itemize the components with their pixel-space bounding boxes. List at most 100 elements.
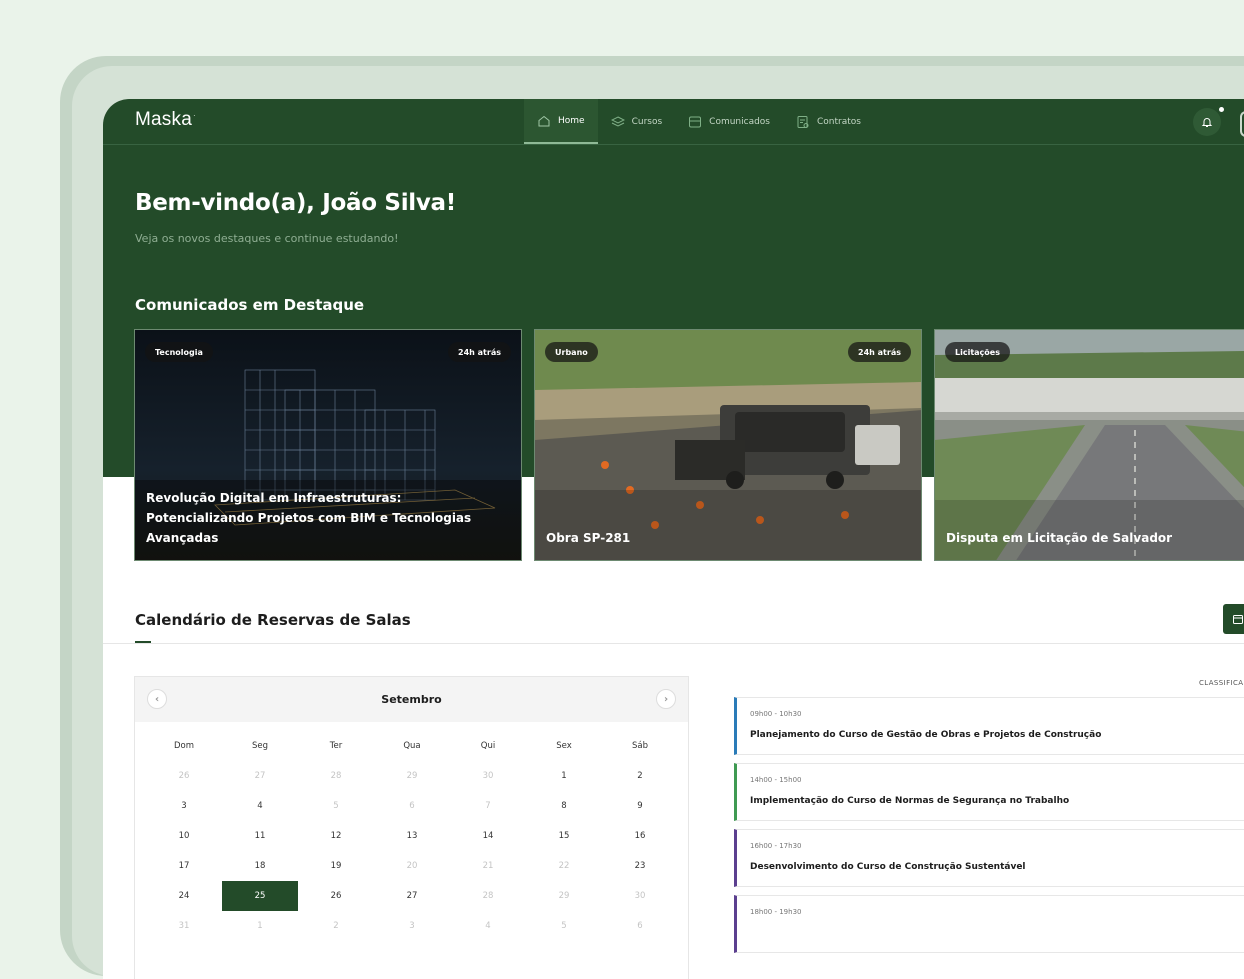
calendar-day[interactable]: 19 <box>298 851 374 881</box>
card-title: Obra SP-281 <box>546 531 631 545</box>
category-badge: Urbano <box>545 342 598 362</box>
calendar-action-button[interactable] <box>1223 604 1244 634</box>
featured-card[interactable]: Licitações Disputa em Licitação de Salva… <box>934 329 1244 561</box>
month-calendar: ‹ Setembro › Dom Seg Ter Qua Qui Sex Sáb 26 27 28… <box>134 676 689 979</box>
calendar-day[interactable]: 28 <box>450 881 526 911</box>
time-badge: 24h atrás <box>848 342 911 362</box>
calendar-section-title: Calendário de Reservas de Salas <box>135 611 411 629</box>
top-navbar: Maska· Home Cursos Comunicados Contratos <box>103 99 1244 145</box>
calendar-day[interactable]: 27 <box>222 761 298 791</box>
weekday-label: Sáb <box>632 741 648 751</box>
calendar-day[interactable]: 6 <box>374 791 450 821</box>
calendar-day[interactable]: 29 <box>526 881 602 911</box>
calendar-day[interactable]: 9 <box>602 791 678 821</box>
chevron-right-icon: › <box>663 693 669 705</box>
calendar-day[interactable]: 2 <box>602 761 678 791</box>
calendar-day[interactable]: 7 <box>450 791 526 821</box>
calendar-day[interactable]: 29 <box>374 761 450 791</box>
calendar-day[interactable]: 28 <box>298 761 374 791</box>
calendar-day[interactable]: 5 <box>526 911 602 941</box>
time-badge: 24h atrás <box>448 342 511 362</box>
schedule-event[interactable]: 18h00 - 19h30 <box>734 895 1244 953</box>
nav-item-comunicados[interactable]: Comunicados <box>675 99 783 144</box>
calendar-day[interactable]: 3 <box>374 911 450 941</box>
event-title: Planejamento do Curso de Gestão de Obras… <box>750 730 1102 740</box>
document-icon <box>796 115 810 129</box>
calendar-day[interactable]: 26 <box>146 761 222 791</box>
featured-section-title: Comunicados em Destaque <box>135 296 365 314</box>
calendar-day[interactable]: 18 <box>222 851 298 881</box>
calendar-day-selected[interactable]: 25 <box>222 881 298 911</box>
calendar-day[interactable]: 26 <box>298 881 374 911</box>
weekday-label: Qui <box>480 741 496 751</box>
event-time: 16h00 - 17h30 <box>750 842 802 850</box>
calendar-day[interactable]: 31 <box>146 911 222 941</box>
calendar-day[interactable]: 20 <box>374 851 450 881</box>
calendar-day[interactable]: 15 <box>526 821 602 851</box>
nav-label: Comunicados <box>709 116 770 127</box>
event-title: Desenvolvimento do Curso de Construção S… <box>750 862 1026 872</box>
calendar-day[interactable]: 12 <box>298 821 374 851</box>
category-badge: Tecnologia <box>145 342 213 362</box>
logo-text: Maska <box>135 109 192 130</box>
featured-card[interactable]: Urbano 24h atrás Obra SP-281 <box>534 329 922 561</box>
bell-icon <box>1201 113 1213 132</box>
calendar-icon <box>1232 610 1244 629</box>
weekday-label: Dom <box>173 741 195 751</box>
featured-card[interactable]: Tecnologia 24h atrás Revolução Digital e… <box>134 329 522 561</box>
welcome-title: Bem-vindo(a), João Silva! <box>135 190 456 216</box>
calendar-header: ‹ Setembro › <box>135 677 688 722</box>
calendar-day[interactable]: 4 <box>450 911 526 941</box>
calendar-day[interactable]: 1 <box>222 911 298 941</box>
card-image-roadwork <box>535 330 921 560</box>
logo-mark: · <box>192 110 196 120</box>
schedule-event[interactable]: 16h00 - 17h30 Desenvolvimento do Curso de… <box>734 829 1244 887</box>
calendar-day[interactable]: 17 <box>146 851 222 881</box>
next-month-button[interactable]: › <box>656 689 676 709</box>
notifications-button[interactable] <box>1193 107 1224 136</box>
calendar-day[interactable]: 6 <box>602 911 678 941</box>
app-screen: Maska· Home Cursos Comunicados Contratos… <box>103 99 1244 979</box>
calendar-day[interactable]: 10 <box>146 821 222 851</box>
calendar-day[interactable]: 3 <box>146 791 222 821</box>
calendar-day[interactable]: 24 <box>146 881 222 911</box>
event-time: 14h00 - 15h00 <box>750 776 802 784</box>
calendar-day[interactable]: 1 <box>526 761 602 791</box>
calendar-day[interactable]: 4 <box>222 791 298 821</box>
calendar-day[interactable]: 11 <box>222 821 298 851</box>
prev-month-button[interactable]: ‹ <box>147 689 167 709</box>
event-time: 09h00 - 10h30 <box>750 710 802 718</box>
category-badge: Licitações <box>945 342 1010 362</box>
logo[interactable]: Maska· <box>135 109 196 131</box>
calendar-day[interactable]: 5 <box>298 791 374 821</box>
nav-label: Contratos <box>817 116 861 127</box>
layers-icon <box>610 115 625 129</box>
calendar-day[interactable]: 30 <box>602 881 678 911</box>
calendar-day[interactable]: 22 <box>526 851 602 881</box>
weekday-label: Ter <box>329 741 343 751</box>
calendar-day[interactable]: 23 <box>602 851 678 881</box>
home-icon <box>537 114 551 128</box>
avatar[interactable] <box>1240 111 1244 137</box>
welcome-subtitle: Veja os novos destaques e continue estud… <box>135 232 399 245</box>
schedule-event[interactable]: 14h00 - 15h00 Implementação do Curso de N… <box>734 763 1244 821</box>
weekday-label: Sex <box>556 741 572 751</box>
calendar-day[interactable]: 8 <box>526 791 602 821</box>
nav-item-contratos[interactable]: Contratos <box>783 99 874 144</box>
notification-dot <box>1219 107 1224 112</box>
calendar-day[interactable]: 30 <box>450 761 526 791</box>
calendar-day[interactable]: 14 <box>450 821 526 851</box>
calendar-day[interactable]: 27 <box>374 881 450 911</box>
calendar-day[interactable]: 2 <box>298 911 374 941</box>
calendar-day[interactable]: 21 <box>450 851 526 881</box>
nav-item-home[interactable]: Home <box>524 99 598 144</box>
nav-label: Cursos <box>631 116 663 127</box>
event-title: Implementação do Curso de Normas de Segu… <box>750 796 1070 806</box>
calendar-day[interactable]: 13 <box>374 821 450 851</box>
nav-item-cursos[interactable]: Cursos <box>598 99 676 144</box>
schedule-event[interactable]: 09h00 - 10h30 Planejamento do Curso de Ge… <box>734 697 1244 755</box>
main-nav: Home Cursos Comunicados Contratos <box>524 99 874 144</box>
card-image-highway <box>935 330 1244 560</box>
card-title: Disputa em Licitação de Salvador <box>946 531 1173 545</box>
calendar-day[interactable]: 16 <box>602 821 678 851</box>
